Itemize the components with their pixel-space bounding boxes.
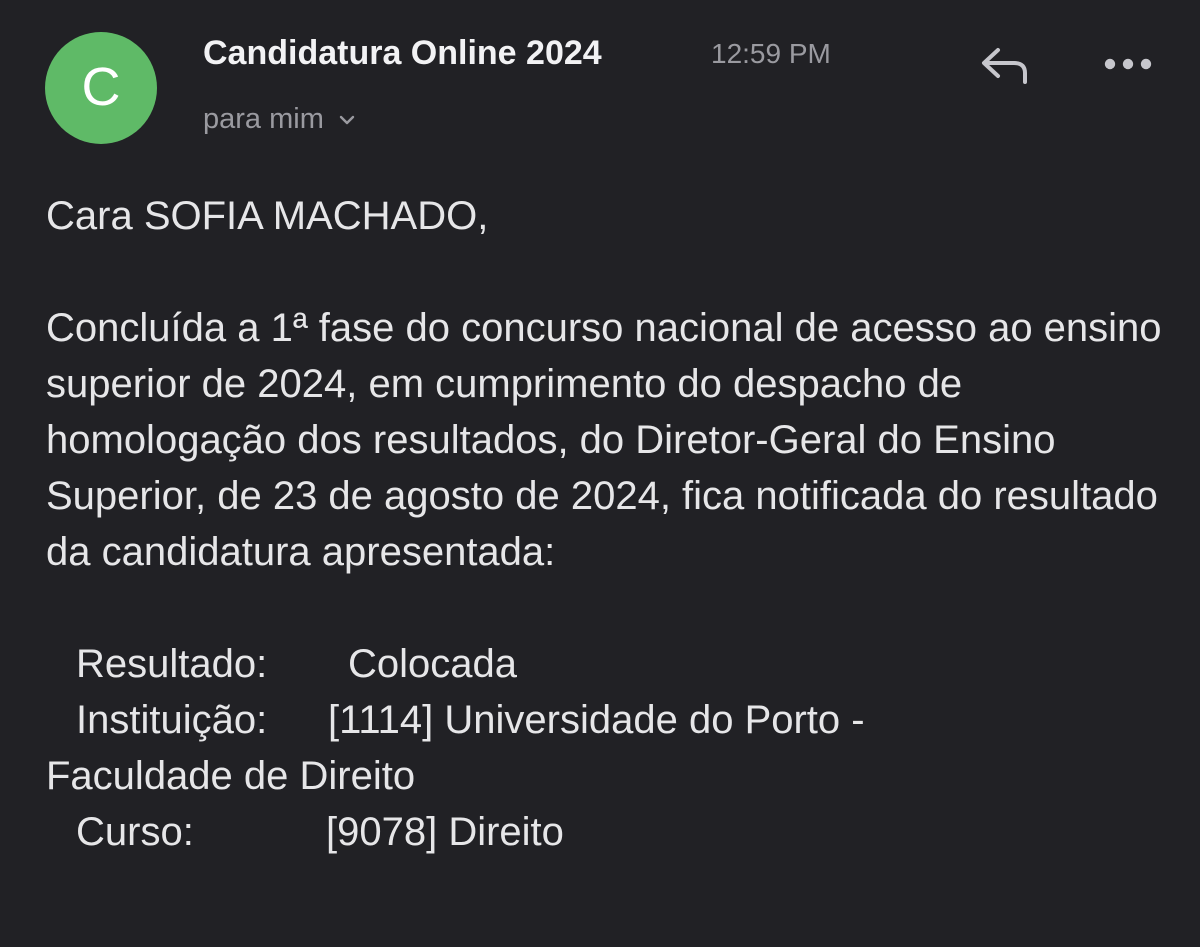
course-value: [9078] Direito xyxy=(326,810,564,854)
chevron-down-icon xyxy=(338,101,356,134)
result-value: Colocada xyxy=(348,642,518,686)
course-label: Curso: xyxy=(76,810,194,854)
more-options-button[interactable] xyxy=(1096,44,1160,88)
course-row: Curso: [9078] Direito xyxy=(46,804,1176,860)
result-details: Resultado: Colocada Instituição: [1114] Un… xyxy=(46,636,1176,860)
sender-name: Candidatura Online 2024 xyxy=(203,34,602,72)
reply-icon xyxy=(976,42,1032,91)
institution-row-continued: Faculdade de Direito xyxy=(46,748,1176,804)
reply-button[interactable] xyxy=(972,40,1036,92)
result-row: Resultado: Colocada xyxy=(46,636,1176,692)
result-label: Resultado: xyxy=(76,642,268,686)
message-body: Cara SOFIA MACHADO, Concluída a 1ª fase … xyxy=(46,188,1176,860)
message-paragraph: Concluída a 1ª fase do concurso nacional… xyxy=(46,306,1162,574)
more-horizontal-icon xyxy=(1103,57,1153,76)
recipient-label: para mim xyxy=(203,103,324,135)
recipient-toggle[interactable]: para mim xyxy=(203,103,356,136)
institution-row: Instituição: [1114] Universidade do Porto… xyxy=(46,692,1176,748)
message-time: 12:59 PM xyxy=(711,38,831,69)
institution-value-continued: Faculdade de Direito xyxy=(46,754,416,798)
avatar-letter: C xyxy=(81,57,121,117)
avatar[interactable]: C xyxy=(45,32,157,144)
institution-value: [1114] Universidade do Porto - xyxy=(328,698,865,742)
message-header: C Candidatura Online 2024 12:59 PM para … xyxy=(0,0,1200,160)
institution-label: Instituição: xyxy=(76,698,268,742)
greeting: Cara SOFIA MACHADO, xyxy=(46,194,489,238)
